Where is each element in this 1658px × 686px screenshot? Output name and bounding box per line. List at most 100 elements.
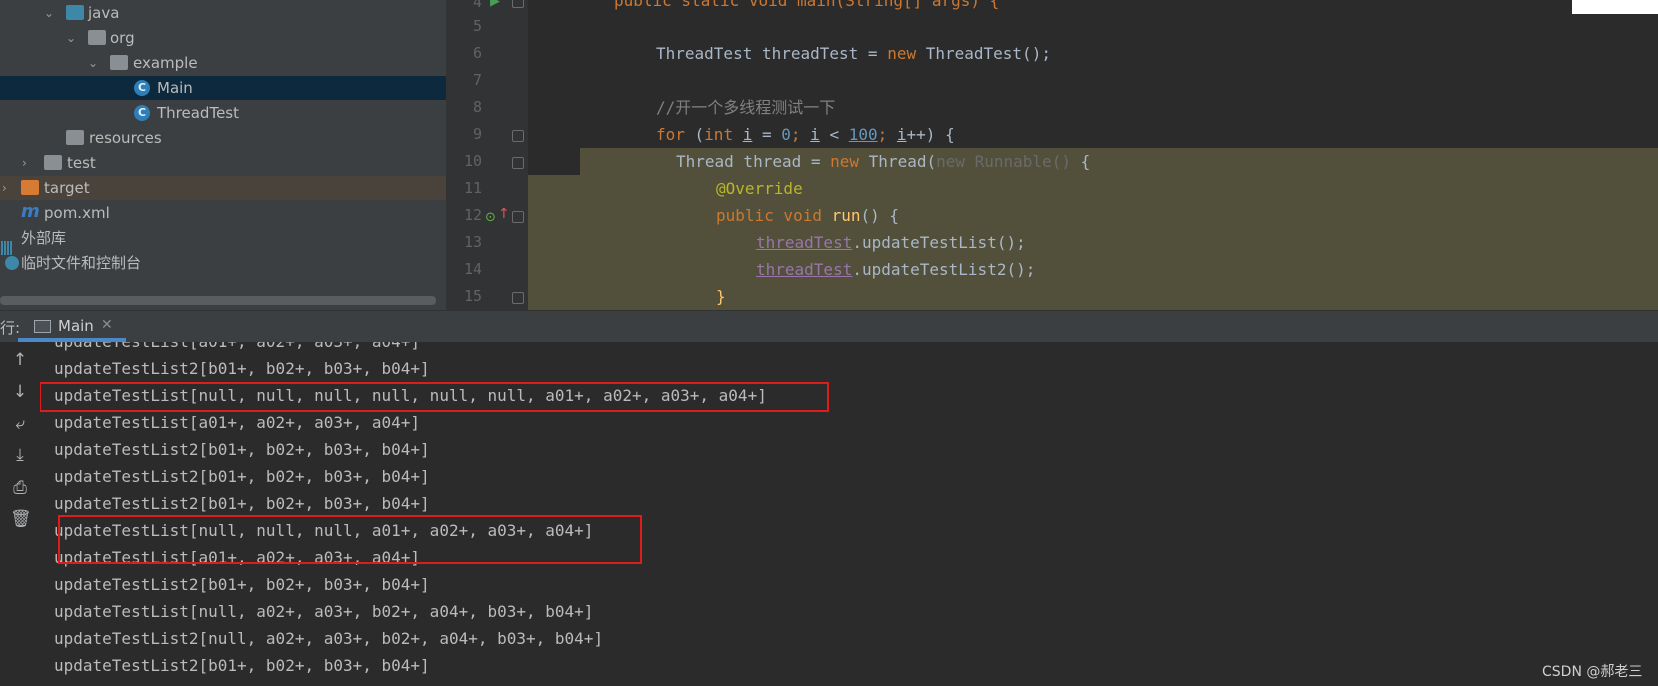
line-number: 10 [463,152,482,170]
folder-icon [21,180,39,195]
tab-label: Main [58,317,94,335]
code-keyword: new [830,152,860,171]
tree-item-label: resources [89,129,162,147]
code-text: { [1070,152,1091,171]
run-toolbar: ↑ ↓ ⤶ ⤓ ⎙ 🗑 [0,342,40,686]
console-line: updateTestList[a01+, a02+, a03+, a04+] [54,342,420,351]
line-number: 4 [472,0,482,11]
line-number: 8 [472,98,482,116]
code-number: 0 [781,125,791,144]
code-keyword: public void [716,206,832,225]
chevron-right-icon[interactable]: › [2,176,7,200]
code-number: 100 [848,125,878,144]
line-number: 6 [472,44,482,62]
tree-item-label: target [44,179,90,197]
watermark: CSDN @郝老三 [1542,664,1643,680]
fold-marker-icon[interactable] [512,292,524,304]
console-output[interactable]: updateTestList[a01+, a02+, a03+, a04+] u… [40,342,1658,686]
soft-wrap-icon[interactable]: ⤶ [10,414,30,434]
tree-item-label: 临时文件和控制台 [21,254,142,272]
line-number: 11 [463,179,482,197]
line-number: 14 [463,260,482,278]
console-line: updateTestList[a01+, a02+, a03+, a04+] [54,413,421,432]
fold-marker-icon[interactable] [512,157,524,169]
project-tree-panel: ⌄ java ⌄ org ⌄ example C Main C ThreadTe… [0,0,446,312]
horizontal-scrollbar[interactable] [0,296,436,305]
tree-item-label: ThreadTest [157,104,239,122]
code-method: run [831,206,861,225]
console-line: updateTestList2[b01+, b02+, b03+, b04+] [54,440,430,459]
fold-marker-icon[interactable] [512,0,524,8]
console-line: updateTestList2[b01+, b02+, b03+, b04+] [54,359,430,378]
tree-item-label: 外部库 [21,229,67,247]
code-line-13: threadTest.updateTestList(); [528,229,1658,256]
line-number: 12 [463,206,482,224]
tree-item-label: example [133,54,198,72]
code-line-12: public void run() { [528,202,1658,229]
console-line: updateTestList2[b01+, b02+, b03+, b04+] [54,575,430,594]
run-gutter-icon[interactable]: ▶ [490,0,500,9]
code-text: Thread( [859,152,937,171]
code-variable: i [896,125,907,144]
code-text: ThreadTest(); [916,44,1051,63]
highlight-box [40,382,829,412]
library-icon [1,231,15,255]
print-icon[interactable]: ⎙ [10,478,30,498]
tree-item-threadtest[interactable]: C ThreadTest [0,101,446,125]
line-number: 15 [463,287,482,305]
tree-item-external-libraries[interactable]: 外部库 [0,226,446,255]
close-icon[interactable]: ✕ [101,317,113,333]
highlight-box [58,515,642,564]
tree-item-java[interactable]: ⌄ java [0,1,446,25]
tree-item-resources[interactable]: resources [0,126,446,150]
arrow-down-icon[interactable]: ↓ [10,382,30,402]
chevron-down-icon[interactable]: ⌄ [66,26,76,50]
tree-item-scratches[interactable]: 临时文件和控制台 [0,251,446,275]
chevron-right-icon[interactable]: › [22,151,27,175]
line-number: 7 [472,71,482,89]
tree-item-target[interactable]: › target [0,176,446,200]
tree-item-org[interactable]: ⌄ org [0,26,446,50]
code-comment: //开一个多线程测试一下 [656,98,836,117]
java-class-icon: C [134,105,150,121]
tree-item-main[interactable]: C Main [0,76,446,100]
code-text: ++) { [906,125,955,144]
resources-folder-icon [66,130,84,145]
tree-item-example[interactable]: ⌄ example [0,51,446,75]
code-text: public static void main(String[] args) { [614,0,1000,10]
code-field: threadTest [756,260,853,279]
tree-item-label: org [110,29,135,47]
tree-item-pom[interactable]: m pom.xml [0,201,446,225]
line-number: 9 [472,125,482,143]
console-line: updateTestList[null, a02+, a03+, b02+, a… [54,602,594,621]
code-keyword: int [704,125,734,144]
code-line-4: public static void main(String[] args) { [528,0,1658,14]
code-field: threadTest [756,233,853,252]
tree-item-test[interactable]: › test [0,151,446,175]
code-text: .updateTestList(); [852,233,1026,252]
chevron-down-icon[interactable]: ⌄ [88,51,98,75]
code-text: .updateTestList2(); [852,260,1036,279]
package-icon [110,55,128,70]
tree-item-label: pom.xml [44,204,110,222]
folder-icon [44,155,62,170]
fold-marker-icon[interactable] [512,211,524,223]
code-variable: i [810,125,820,144]
scroll-to-end-icon[interactable]: ⤓ [10,445,30,465]
arrow-up-icon[interactable]: ↑ [10,350,30,370]
code-text: ; [790,125,811,144]
code-text: } [716,287,726,306]
code-editor[interactable]: 4 5 6 7 8 9 10 11 12 13 14 15 ▶ ⊙ ↑ publ… [446,0,1658,310]
code-text: ThreadTest threadTest = [656,44,888,63]
code-text: < [819,125,849,144]
override-gutter-icon[interactable]: ⊙ [485,210,496,225]
fold-marker-icon[interactable] [512,130,524,142]
code-keyword: for [656,125,685,144]
chevron-down-icon[interactable]: ⌄ [44,1,54,25]
trash-icon[interactable]: 🗑 [10,509,32,529]
implements-arrow-icon[interactable]: ↑ [498,206,510,222]
code-line-14: threadTest.updateTestList2(); [528,256,1658,283]
code-line-11: @Override [528,175,1658,202]
overlay-box [1572,0,1658,14]
code-line-9: for (int i = 0; i < 100; i++) { [528,121,1658,148]
